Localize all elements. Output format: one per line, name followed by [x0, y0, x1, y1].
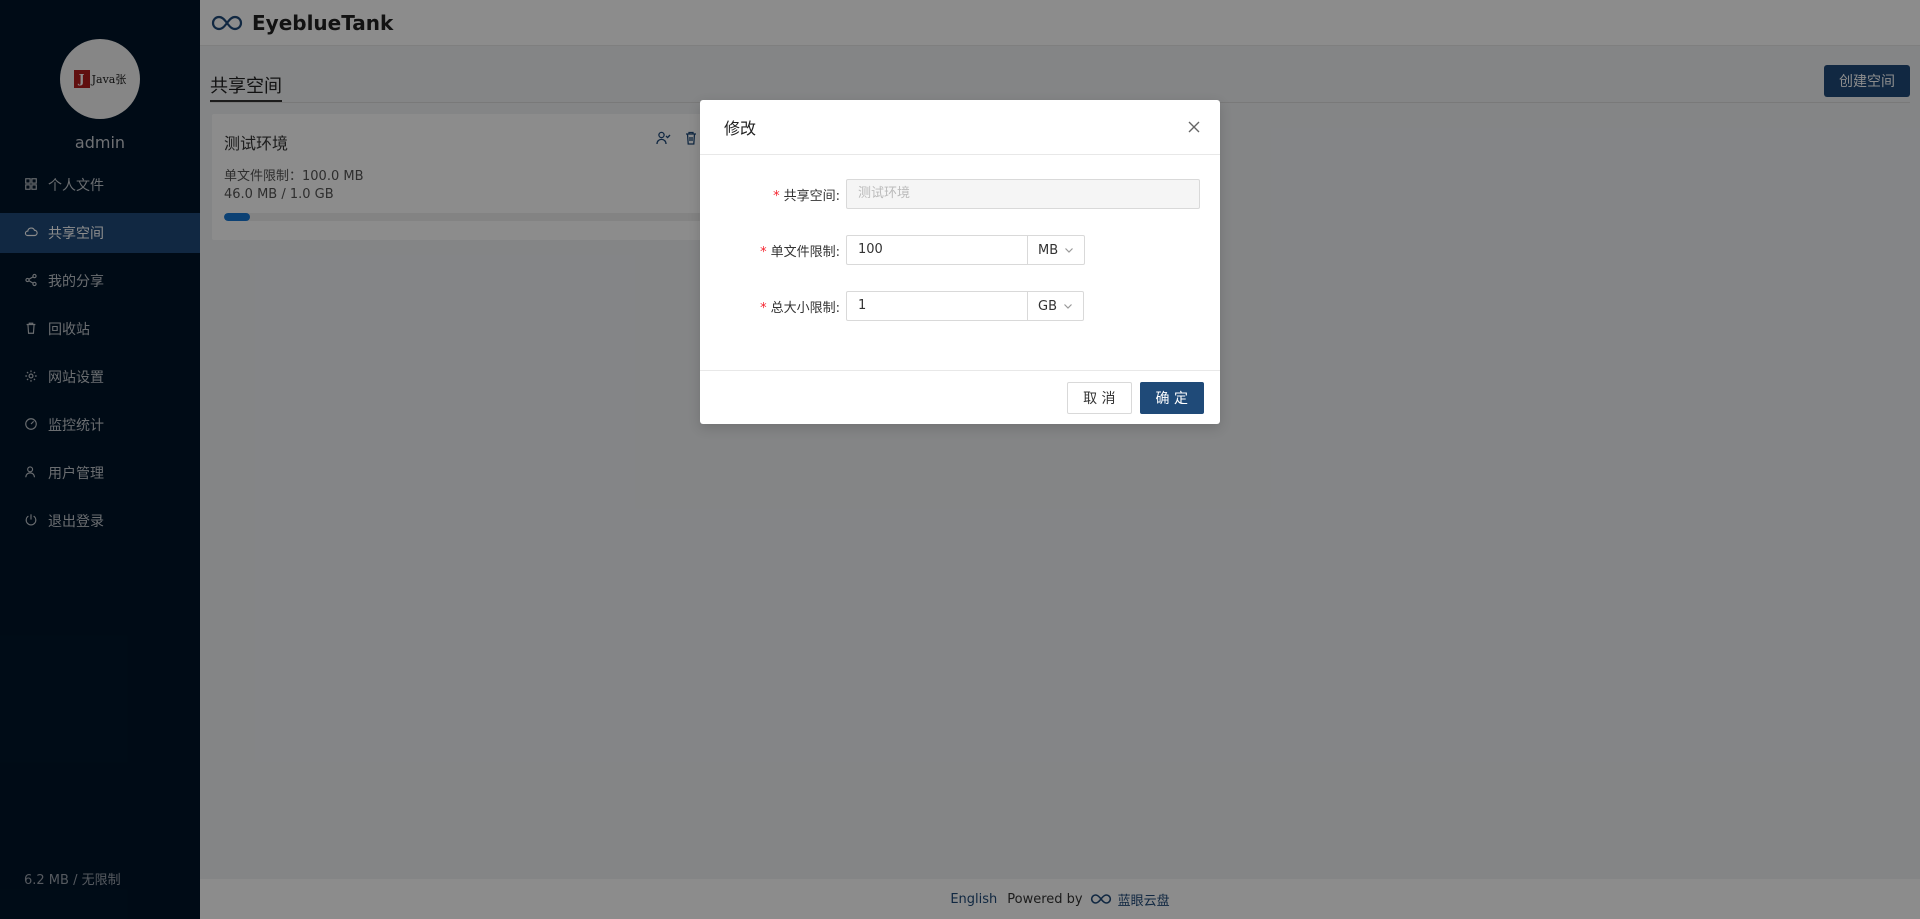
total-limit-label: * 总大小限制:: [760, 300, 840, 316]
form-row-total-limit: *总大小限制: GB: [700, 290, 1220, 322]
file-limit-unit: MB: [1038, 242, 1059, 258]
edit-space-modal: 修改 *共享空间: *单文件限制: MB *总大小限制: GB 取 消 确 定: [700, 100, 1220, 424]
modal-footer: 取 消 确 定: [700, 370, 1220, 424]
close-icon[interactable]: [1186, 119, 1202, 135]
chevron-down-icon: [1065, 248, 1074, 253]
modal-header: 修改: [700, 100, 1220, 155]
required-mark: *: [760, 300, 767, 316]
ok-button[interactable]: 确 定: [1139, 381, 1204, 414]
form-row-space: * 共享空间:: [700, 178, 1220, 210]
file-limit-unit-select[interactable]: MB: [1028, 235, 1086, 265]
space-label: * 共享空间:: [773, 188, 840, 204]
chevron-down-icon: [1064, 304, 1072, 309]
file-limit-input[interactable]: [846, 235, 1028, 265]
space-name-input: [846, 179, 1200, 209]
form-row-file-limit: *单文件限制: MB: [700, 234, 1220, 266]
required-mark: *: [760, 244, 767, 260]
required-mark: *: [773, 188, 780, 204]
total-limit-input[interactable]: [846, 291, 1028, 321]
modal-title: 修改: [724, 119, 757, 138]
total-limit-unit-select[interactable]: GB: [1028, 291, 1084, 321]
cancel-button[interactable]: 取 消: [1067, 381, 1132, 414]
total-limit-unit: GB: [1038, 298, 1057, 314]
file-limit-label: * 单文件限制:: [760, 244, 840, 260]
